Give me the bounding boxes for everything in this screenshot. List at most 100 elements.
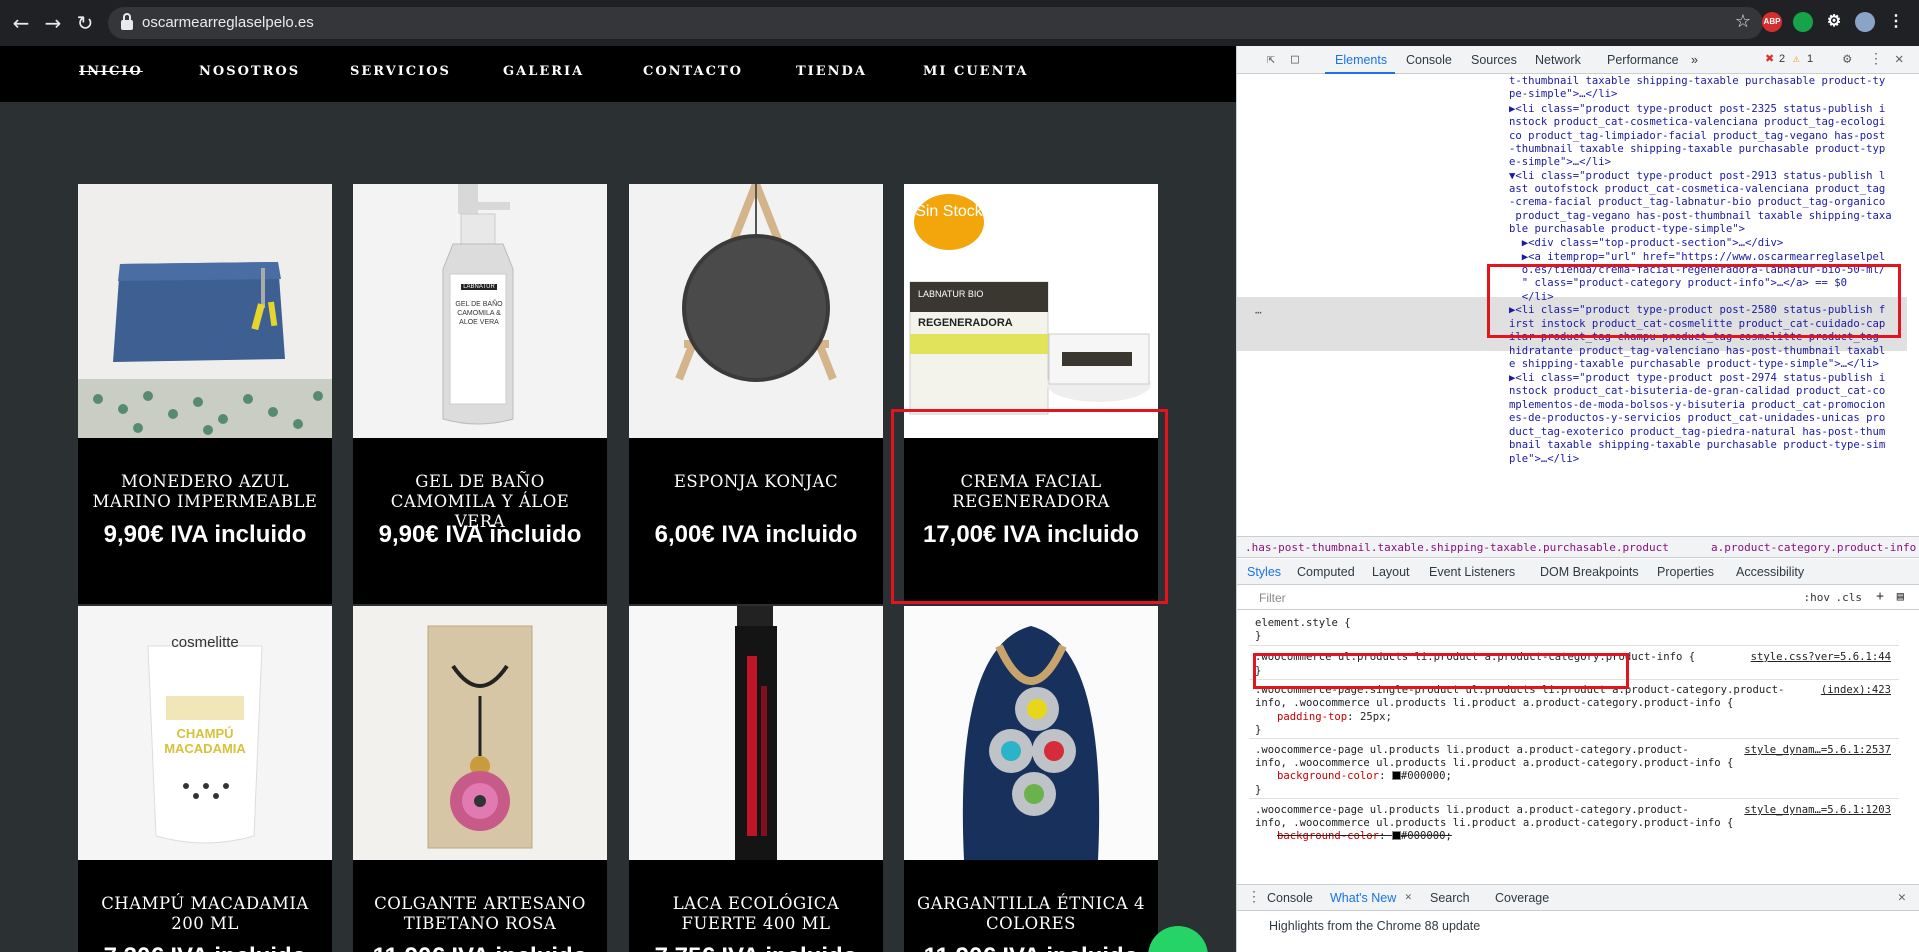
style-declaration[interactable]: background-color: #000000;: [1277, 770, 1452, 783]
error-count-icon[interactable]: ✖: [1765, 52, 1774, 65]
menu-dots-icon[interactable]: ⋮: [1886, 12, 1906, 32]
node-options-icon[interactable]: ⋯: [1255, 306, 1262, 319]
tab-layout[interactable]: Layout: [1372, 565, 1410, 579]
product-title[interactable]: GARGANTILLA ÉTNICA 4 COLORES: [914, 894, 1148, 934]
product-price: 11,90€ IVA incluido: [904, 943, 1158, 952]
class-toggle[interactable]: .cls: [1836, 591, 1863, 604]
settings-gear-icon[interactable]: ⚙: [1843, 51, 1851, 67]
tab-elements[interactable]: Elements: [1335, 53, 1387, 67]
dom-line[interactable]: ▶<li class="product type-product post-29…: [1509, 372, 1885, 385]
product-card[interactable]: COLGANTE ARTESANO TIBETANO ROSA 11,90€ I…: [353, 606, 607, 952]
device-toolbar-icon[interactable]: □: [1291, 52, 1299, 67]
rule-source-link[interactable]: style_dynam…=5.6.1:1203: [1744, 804, 1891, 816]
tab-console[interactable]: Console: [1406, 53, 1452, 67]
hover-state-toggle[interactable]: :hov: [1804, 591, 1831, 604]
dom-line: -crema-facial product_tag-labnatur-bio p…: [1509, 196, 1886, 208]
color-swatch[interactable]: [1391, 771, 1401, 780]
style-declaration-overridden[interactable]: background-color: #000000;: [1277, 830, 1452, 843]
inspect-element-icon[interactable]: ⇱: [1267, 52, 1275, 67]
drawer-tab-search[interactable]: Search: [1430, 891, 1470, 905]
rule-selector: info, .woocommerce ul.products li.produc…: [1255, 757, 1734, 769]
nav-servicios[interactable]: SERVICIOS: [350, 64, 451, 79]
style-value: #000000;: [1400, 770, 1452, 782]
drawer-menu-icon[interactable]: ⋮: [1247, 889, 1261, 905]
close-devtools-icon[interactable]: ✕: [1895, 51, 1903, 67]
product-image-gargantilla[interactable]: [904, 606, 1158, 860]
back-icon[interactable]: ←: [8, 10, 34, 36]
product-image-laca[interactable]: [629, 606, 883, 860]
rule-close: }: [1255, 630, 1262, 642]
product-card[interactable]: LABNATUR GEL DE BAÑO CAMOMILA & ALOE VER…: [353, 184, 607, 604]
tab-dom-breakpoints[interactable]: DOM Breakpoints: [1540, 565, 1639, 579]
product-image-champu[interactable]: cosmelitte CHAMPÚ MACADAMIA: [78, 606, 332, 860]
product-price: 9,90€ IVA incluido: [378, 521, 582, 548]
dom-line: nstock product_cat-bisuteria-de-gran-cal…: [1509, 385, 1886, 397]
breadcrumb-item[interactable]: .has-post-thumbnail.taxable.shipping-tax…: [1245, 541, 1669, 554]
product-image-gel[interactable]: LABNATUR GEL DE BAÑO CAMOMILA & ALOE VER…: [353, 184, 607, 438]
adblock-icon[interactable]: ABP: [1762, 12, 1782, 32]
nav-nosotros[interactable]: NOSOTROS: [199, 64, 300, 79]
product-title[interactable]: ESPONJA KONJAC: [639, 472, 873, 492]
dom-line[interactable]: ▼<li class="product type-product post-29…: [1509, 170, 1885, 183]
product-image-crema[interactable]: LABNATUR BIO REGENERADORA Sin Stock: [904, 184, 1158, 438]
bookmark-star-icon[interactable]: ☆: [1735, 11, 1751, 32]
more-tabs-icon[interactable]: »: [1691, 53, 1698, 67]
product-title[interactable]: COLGANTE ARTESANO TIBETANO ROSA: [363, 894, 597, 934]
color-swatch[interactable]: [1391, 831, 1401, 840]
product-image-colgante[interactable]: [353, 606, 607, 860]
lock-icon: [121, 13, 133, 30]
breadcrumb-item-selected[interactable]: a.product-category.product-info: [1711, 541, 1916, 554]
forward-icon[interactable]: →: [40, 10, 66, 36]
rule-separator: [1249, 738, 1899, 739]
rule-source-link[interactable]: (index):423: [1821, 684, 1891, 696]
new-rule-icon[interactable]: +: [1876, 589, 1884, 604]
product-title[interactable]: CHAMPÚ MACADAMIA 200 ML: [88, 894, 322, 934]
rule-selector[interactable]: .woocommerce-page ul.products li.product…: [1255, 804, 1689, 817]
reload-icon[interactable]: ↻: [72, 10, 98, 36]
tab-computed[interactable]: Computed: [1297, 565, 1355, 579]
nav-tienda[interactable]: TIENDA: [796, 64, 867, 79]
drawer-tab-console[interactable]: Console: [1267, 891, 1313, 905]
devtools-panel: ⇱ □ Elements Console Sources Network Per…: [1236, 46, 1919, 952]
nav-galeria[interactable]: GALERIA: [503, 64, 584, 79]
product-title[interactable]: MONEDERO AZUL MARINO IMPERMEABLE: [88, 472, 322, 512]
tab-event-listeners[interactable]: Event Listeners: [1429, 565, 1515, 579]
nav-contacto[interactable]: CONTACTO: [643, 64, 743, 79]
warning-count-icon[interactable]: ⚠: [1793, 52, 1800, 65]
product-title[interactable]: LACA ECOLÓGICA FUERTE 400 ML: [639, 894, 873, 934]
drawer-tab-whats-new[interactable]: What's New: [1330, 891, 1396, 905]
toggle-sidebar-icon[interactable]: ▤: [1897, 589, 1904, 603]
rule-selector[interactable]: .woocommerce-page ul.products li.product…: [1255, 744, 1689, 757]
styles-filter-input[interactable]: Filter: [1259, 591, 1286, 605]
more-options-icon[interactable]: ⋮: [1869, 51, 1883, 67]
product-card[interactable]: MONEDERO AZUL MARINO IMPERMEABLE 9,90€ I…: [78, 184, 332, 604]
grammarly-icon[interactable]: [1793, 12, 1813, 32]
element-style-selector[interactable]: element.style {: [1255, 617, 1351, 630]
tab-styles[interactable]: Styles: [1247, 565, 1281, 579]
dom-line-selected[interactable]: ▶<a itemprop="url" href="https://www.osc…: [1509, 251, 1886, 264]
close-drawer-icon[interactable]: ✕: [1898, 890, 1906, 905]
product-card[interactable]: LACA ECOLÓGICA FUERTE 400 ML 7,75€ IVA i…: [629, 606, 883, 952]
address-bar[interactable]: oscarmearreglaselpelo.es ☆: [108, 7, 1763, 39]
tab-properties[interactable]: Properties: [1657, 565, 1714, 579]
nav-inicio[interactable]: INICIO: [79, 64, 143, 79]
rule-source-link[interactable]: style.css?ver=5.6.1:44: [1751, 651, 1891, 663]
product-image-esponja[interactable]: [629, 184, 883, 438]
product-card[interactable]: GARGANTILLA ÉTNICA 4 COLORES 11,90€ IVA …: [904, 606, 1158, 952]
dom-line[interactable]: ▶<div class="top-product-section">…</div…: [1509, 237, 1784, 250]
tab-performance[interactable]: Performance: [1607, 53, 1679, 67]
tab-sources[interactable]: Sources: [1471, 53, 1517, 67]
dom-line[interactable]: ▶<li class="product type-product post-23…: [1509, 103, 1885, 116]
product-card[interactable]: cosmelitte CHAMPÚ MACADAMIA CHAMPÚ MACAD…: [78, 606, 332, 952]
drawer-tab-coverage[interactable]: Coverage: [1495, 891, 1549, 905]
profile-avatar[interactable]: [1855, 12, 1875, 32]
rule-source-link[interactable]: style_dynam…=5.6.1:2537: [1744, 744, 1891, 756]
puzzle-icon[interactable]: ⚙: [1824, 12, 1844, 32]
product-image-monedero[interactable]: [78, 184, 332, 438]
tab-network[interactable]: Network: [1535, 53, 1581, 67]
close-tab-icon[interactable]: ✕: [1405, 890, 1412, 903]
product-card[interactable]: ESPONJA KONJAC 6,00€ IVA incluido: [629, 184, 883, 604]
tab-accessibility[interactable]: Accessibility: [1736, 565, 1804, 579]
nav-mi-cuenta[interactable]: MI CUENTA: [923, 64, 1029, 79]
style-declaration[interactable]: padding-top: 25px;: [1277, 711, 1392, 724]
